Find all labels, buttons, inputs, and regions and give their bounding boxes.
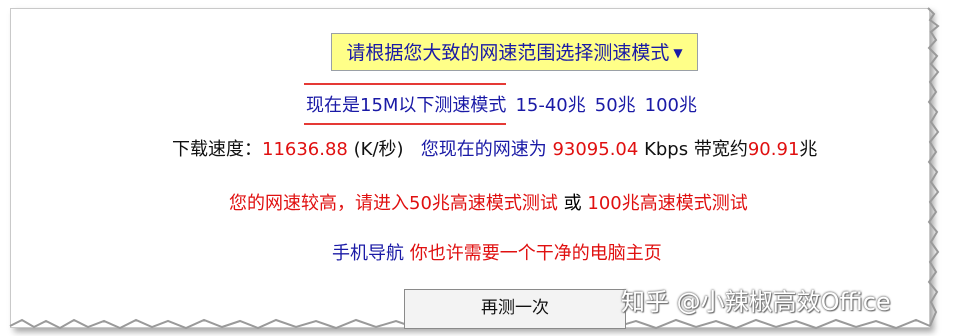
mode-link-15-40[interactable]: 15-40兆 [515, 95, 585, 116]
zhihu-watermark: 知乎 @小辣椒高效Office [621, 288, 891, 316]
kbps-unit: Kbps [644, 139, 689, 160]
advice-or: 或 [563, 193, 582, 214]
mode-link-50[interactable]: 50兆 [595, 95, 636, 116]
download-speed-label: 下载速度： [172, 139, 262, 160]
bandwidth-value: 90.91 [747, 139, 800, 160]
kbps-value: 93095.04 [552, 139, 639, 160]
mode-row: 现在是15M以下测速模式 15-40兆 50兆 100兆 [303, 83, 697, 125]
advice-50-link[interactable]: 您的网速较高，请进入50兆高速模式测试 [229, 193, 558, 214]
bandwidth-label: 带宽约 [693, 139, 748, 160]
phone-nav-link[interactable]: 手机导航 [332, 243, 404, 264]
retest-button[interactable]: 再测一次 [404, 289, 626, 329]
mode-link-100[interactable]: 100兆 [645, 95, 697, 116]
advice-100-link[interactable]: 100兆高速模式测试 [587, 193, 747, 214]
speed-advice: 您的网速较高，请进入50兆高速模式测试 或 100兆高速模式测试 [229, 189, 748, 215]
bandwidth-unit: 兆 [799, 139, 818, 160]
chevron-down-icon: ▼ [673, 46, 683, 60]
download-speed-value: 11636.88 [262, 139, 348, 160]
speed-result: 下载速度：11636.88 (K/秒) 您现在的网速为 93095.04 Kbp… [172, 135, 817, 161]
nav-links: 手机导航 你也许需要一个干净的电脑主页 [332, 239, 662, 265]
clean-home-link[interactable]: 你也许需要一个干净的电脑主页 [410, 243, 662, 264]
download-speed-unit: (K/秒) [353, 139, 404, 160]
current-speed-label: 您现在的网速为 [420, 139, 547, 160]
speed-mode-dropdown[interactable]: 请根据您大致的网速范围选择测速模式 ▼ [331, 33, 698, 71]
speed-mode-dropdown-label: 请根据您大致的网速范围选择测速模式 [346, 42, 670, 64]
current-mode-link[interactable]: 现在是15M以下测速模式 [303, 83, 507, 125]
